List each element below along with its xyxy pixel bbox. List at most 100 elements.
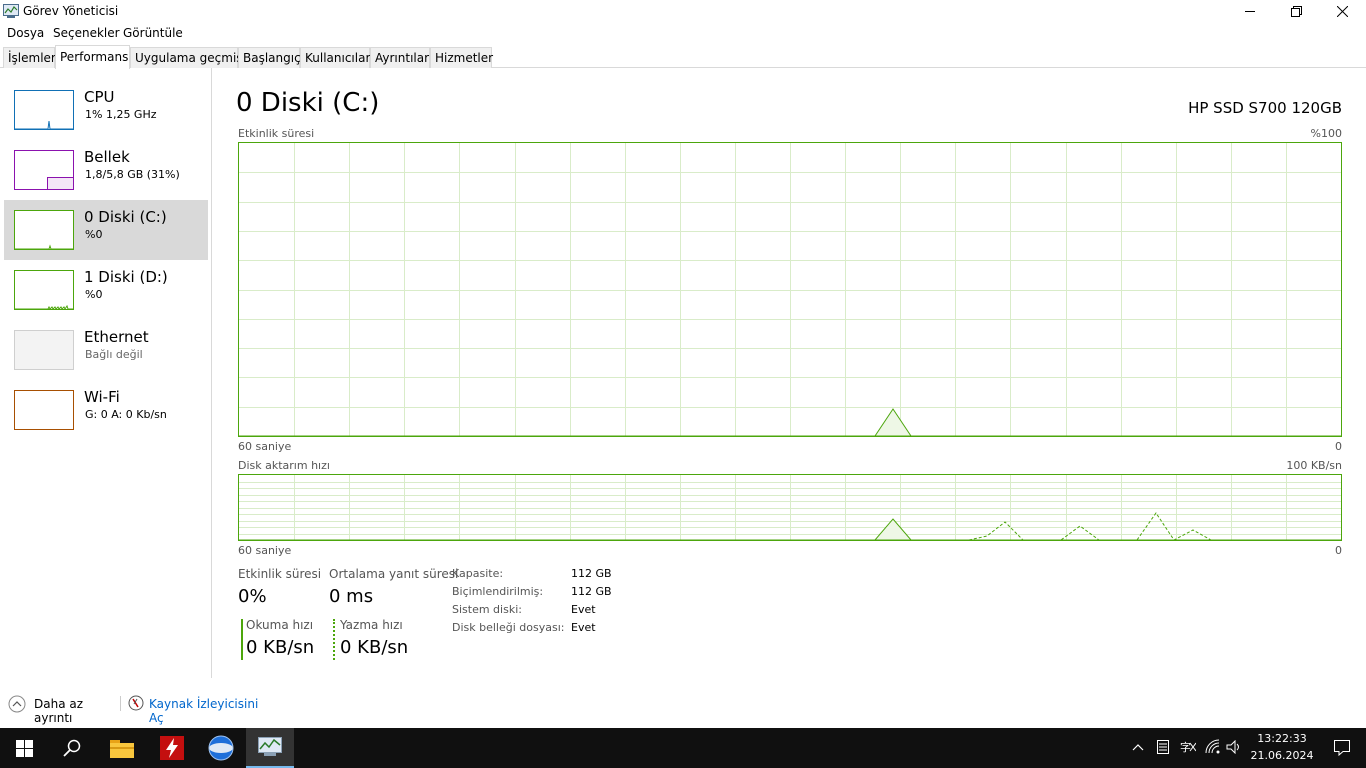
taskbar-task-manager[interactable] [246,728,294,768]
notification-icon [1334,740,1350,756]
page-file-label: Disk belleği dosyası: [452,621,565,634]
menu-file[interactable]: Dosya [7,26,44,40]
resource-monitor-label: Kaynak İzleyicisini Aç [149,697,259,725]
sidebar-item-value: %0 [85,288,103,301]
sidebar-item-label: Wi-Fi [84,388,120,406]
taskbar-app-flash[interactable] [148,728,196,768]
read-rate-indicator [241,619,243,660]
wifi-mini-graph [14,390,74,430]
action-center-button[interactable] [1318,728,1366,768]
disk-model-name: HP SSD S700 120GB [1188,99,1342,117]
task-manager-icon [3,4,19,18]
sidebar-item-wifi[interactable]: Wi-Fi G: 0 A: 0 Kb/sn [4,380,208,440]
sidebar-item-value: Bağlı değil [85,348,143,361]
sidebar-item-ethernet[interactable]: Ethernet Bağlı değil [4,320,208,380]
chevron-up-icon [8,695,26,713]
read-stat-label: Okuma hızı [246,618,314,632]
menu-options[interactable]: Seçenekler [53,26,120,40]
activity-stat-value: 0% [238,586,267,607]
formatted-value: 112 GB [571,585,612,598]
tab-details[interactable]: Ayrıntılar [370,47,430,68]
tab-startup[interactable]: Başlangıç [238,47,301,68]
cpu-mini-graph [14,90,74,130]
sidebar-item-value: G: 0 A: 0 Kb/sn [85,408,167,421]
activity-chart-zero-label: 0 [1335,440,1342,453]
open-resource-monitor-link[interactable]: Kaynak İzleyicisini Aç [128,695,268,725]
volume-tray-icon[interactable] [1226,740,1242,754]
title-bar: Görev Yöneticisi [0,0,1366,23]
close-button[interactable] [1319,0,1365,22]
menu-view[interactable]: Görüntüle [123,26,183,40]
folder-icon [110,740,134,758]
menu-bar: Dosya Seçenekler Görüntüle [0,23,1366,43]
search-icon [63,739,81,757]
restore-icon [1290,5,1302,17]
response-stat-value: 0 ms [329,586,374,607]
input-method-tray-icon[interactable]: 字 [1180,740,1196,754]
start-button[interactable] [0,728,48,768]
sidebar-item-disk-d[interactable]: 1 Diski (D:) %0 [4,260,208,320]
sidebar-item-disk-c[interactable]: 0 Diski (C:) %0 [4,200,208,260]
page-file-value: Evet [571,621,596,634]
transfer-chart-label: Disk aktarım hızı [238,459,330,472]
sidebar-item-value: %0 [85,228,103,241]
transfer-chart-zero-label: 0 [1335,544,1342,557]
ethernet-mini-graph [14,330,74,370]
memory-usage-fill [47,177,73,189]
taskbar-app-browser[interactable] [197,728,245,768]
tab-performance[interactable]: Performans [55,45,130,69]
sidebar-item-label: CPU [84,88,115,106]
sidebar-item-cpu[interactable]: CPU 1% 1,25 GHz [4,80,208,140]
clock[interactable]: 13:22:33 21.06.2024 [1250,732,1314,766]
wifi-tray-icon[interactable] [1205,739,1221,755]
fewer-details-label: Daha az ayrıntı [34,697,84,725]
sidebar-item-label: 1 Diski (D:) [84,268,168,286]
tab-processes[interactable]: İşlemler [3,47,56,68]
activity-chart-label: Etkinlik süresi [238,127,315,140]
chevron-up-tray-icon[interactable] [1132,743,1144,751]
disk-d-mini-graph [14,270,74,310]
transfer-rate-chart [238,474,1342,541]
search-button[interactable] [48,728,96,768]
task-manager-window: Görev Yöneticisi Dosya Seçenekler Görünt… [0,0,1366,728]
system-disk-value: Evet [571,603,596,616]
task-manager-taskbar-icon [258,737,282,756]
clock-time: 13:22:33 [1257,732,1307,745]
transfer-chart-time-label: 60 saniye [238,544,292,557]
taskbar-file-explorer[interactable] [98,728,146,768]
activity-time-graph [239,143,1341,436]
capacity-label: Kapasite: [452,567,504,580]
svg-text:字: 字 [1180,740,1191,754]
activity-time-chart [238,142,1342,437]
write-rate-indicator [333,619,335,660]
capacity-value: 112 GB [571,567,612,580]
transfer-rate-graph [239,475,1341,540]
sidebar-item-memory[interactable]: Bellek 1,8/5,8 GB (31%) [4,140,208,200]
browser-globe-icon [208,735,234,761]
tab-strip: İşlemler Performans Uygulama geçmişi Baş… [0,45,1366,69]
disk-c-mini-graph [14,210,74,250]
activity-chart-time-label: 60 saniye [238,440,292,453]
memory-mini-graph [14,150,74,190]
restore-button[interactable] [1273,0,1319,22]
tab-users[interactable]: Kullanıcılar [300,47,370,68]
write-stat-value: 0 KB/sn [340,637,409,658]
fewer-details-button[interactable]: Daha az ayrıntı [8,695,119,725]
response-stat-label: Ortalama yanıt süresi [329,567,459,581]
sidebar-item-value: 1% 1,25 GHz [85,108,157,121]
clock-date: 21.06.2024 [1250,749,1314,762]
tab-app-history[interactable]: Uygulama geçmişi [130,47,246,68]
formatted-label: Biçimlendirilmiş: [452,585,544,598]
page-title: 0 Diski (C:) [236,88,380,118]
sidebar-item-label: Ethernet [84,328,149,346]
activity-stat-label: Etkinlik süresi [238,567,322,581]
write-rate-trace [968,512,1212,540]
battery-tray-icon[interactable] [1157,740,1169,754]
disk-detail-panel: 0 Diski (C:) HP SSD S700 120GB Etkinlik … [213,68,1366,678]
activity-chart-max-label: %100 [1310,127,1342,140]
footer-divider [120,696,121,711]
tab-services[interactable]: Hizmetler [430,47,493,68]
minimize-button[interactable] [1227,0,1273,22]
sidebar-item-label: 0 Diski (C:) [84,208,167,226]
performance-sidebar: CPU 1% 1,25 GHz Bellek 1,8/5,8 GB (31%) … [0,68,212,678]
